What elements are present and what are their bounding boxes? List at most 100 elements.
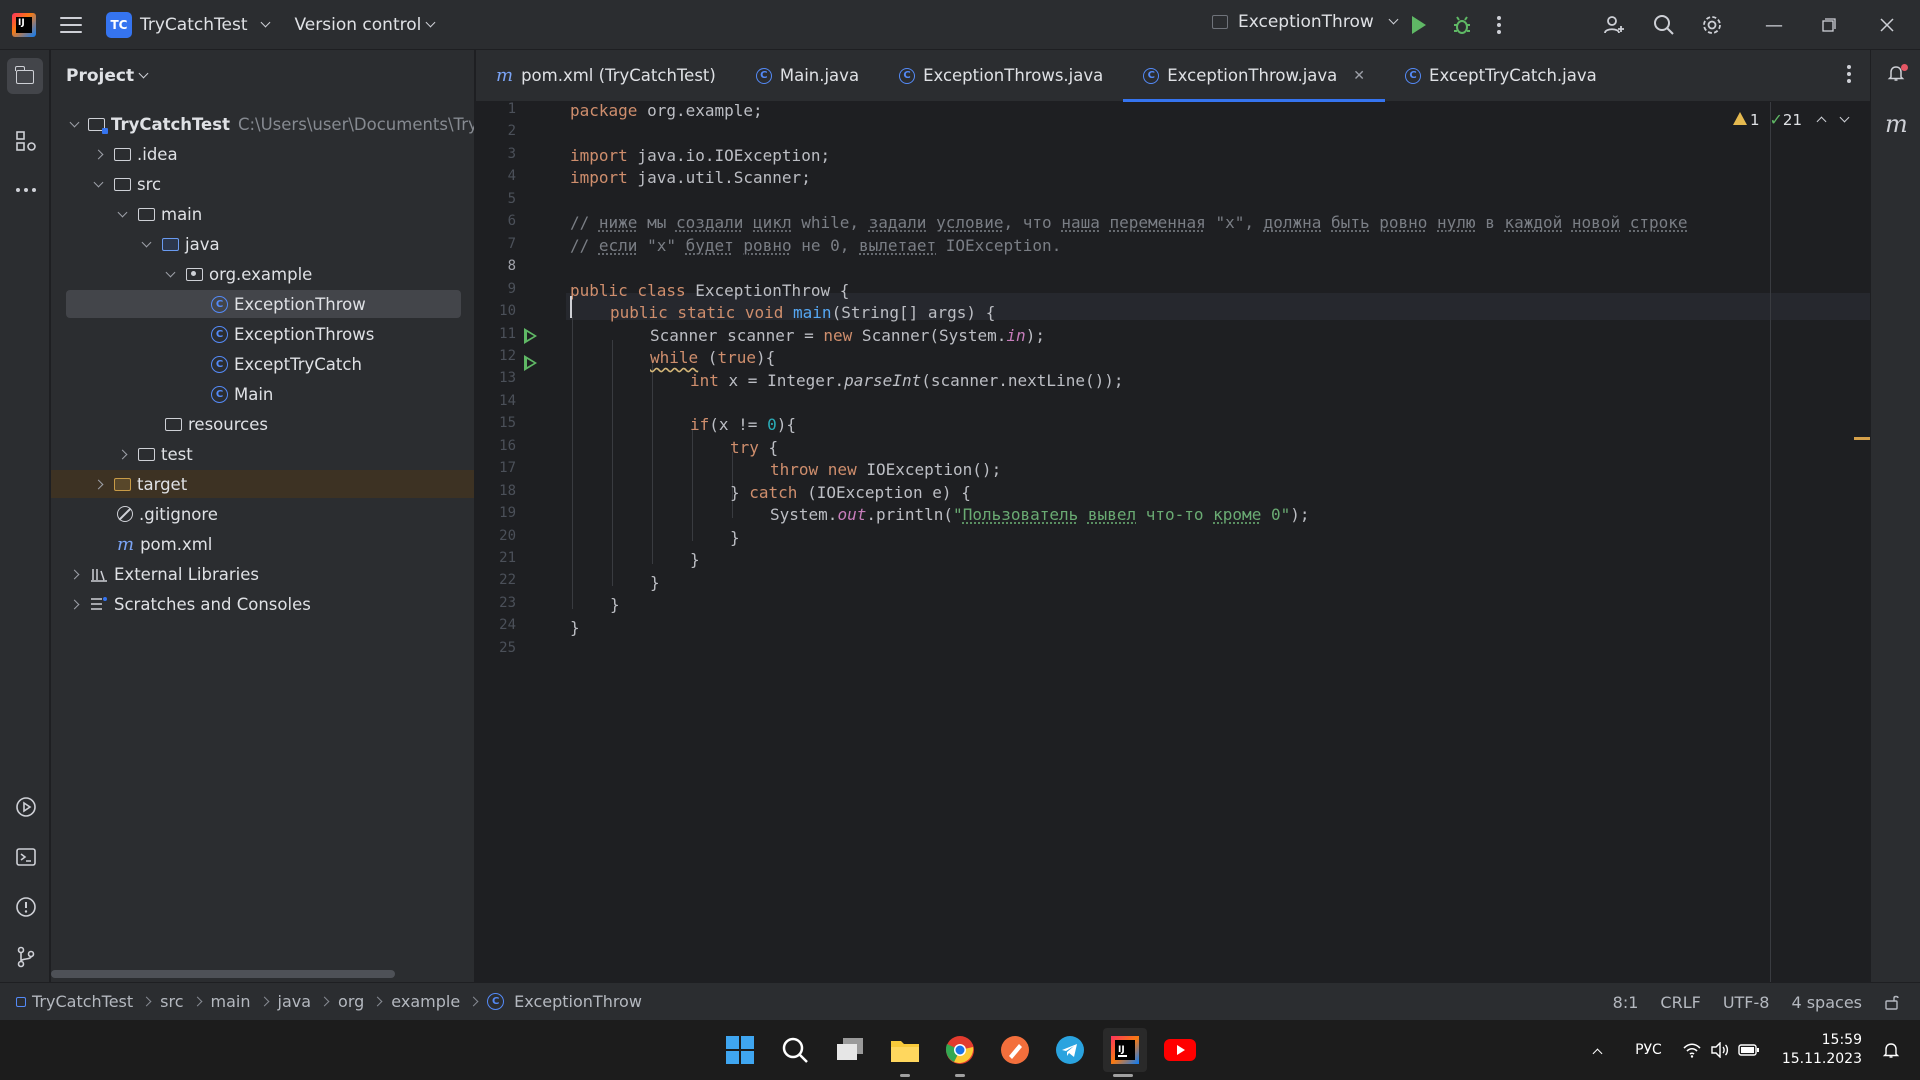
close-tab-icon[interactable]: ✕	[1353, 68, 1365, 84]
tree-item-gitignore[interactable]: .gitignore	[117, 500, 218, 528]
chevron-right-icon	[192, 996, 202, 1007]
close-icon[interactable]	[1880, 18, 1894, 32]
settings-icon[interactable]	[1700, 13, 1724, 37]
breadcrumb-item[interactable]: example	[391, 992, 460, 1011]
chevron-down-icon[interactable]	[1839, 112, 1850, 122]
tree-label: .idea	[137, 144, 178, 164]
breadcrumb-item[interactable]: src	[160, 992, 183, 1011]
tabs-more-icon[interactable]	[1846, 64, 1852, 84]
minimize-icon[interactable]: —	[1765, 15, 1783, 36]
lock-icon[interactable]	[1884, 994, 1900, 1010]
line-number: 24	[499, 617, 516, 634]
line-number: 15	[499, 415, 516, 432]
tree-item-trycatchtest[interactable]: TryCatchTest C:\Users\user\Documents\Try…	[69, 110, 474, 138]
tab-label: ExceptTryCatch.java	[1429, 66, 1597, 85]
battery-icon[interactable]	[1738, 1043, 1760, 1057]
search-icon[interactable]	[1652, 13, 1676, 37]
tab-exceptionthrow-java[interactable]: C ExceptionThrow.java ✕	[1123, 50, 1385, 102]
inspection-widget[interactable]: 1 ✓21	[1732, 110, 1850, 129]
telegram-icon[interactable]	[1054, 1034, 1086, 1066]
show-hidden-icons-icon[interactable]	[1592, 1048, 1603, 1058]
volume-icon[interactable]	[1710, 1042, 1730, 1058]
file-encoding[interactable]: UTF-8	[1723, 993, 1770, 1012]
tree-item-scratches[interactable]: Scratches and Consoles	[69, 590, 311, 618]
java-class-icon: C	[1405, 67, 1422, 84]
active-indicator	[1113, 1074, 1133, 1077]
project-panel: Project TryCatchTest C:\Users\user\Docum…	[51, 50, 475, 982]
pen-app-icon[interactable]	[999, 1034, 1031, 1066]
breadcrumb-item[interactable]: TryCatchTest	[32, 992, 133, 1011]
svg-text:IJ: IJ	[1118, 1045, 1125, 1055]
tab-exceptionthrows-java[interactable]: C ExceptionThrows.java	[879, 50, 1123, 102]
tree-item-exceptionthrows[interactable]: C ExceptionThrows	[211, 320, 374, 348]
indent-setting[interactable]: 4 spaces	[1791, 993, 1862, 1012]
tab-main-java[interactable]: C Main.java	[736, 50, 879, 102]
more-icon[interactable]	[1496, 15, 1502, 35]
project-tool-icon[interactable]	[15, 66, 34, 84]
tree-item-exceptionthrow[interactable]: C ExceptionThrow	[66, 290, 461, 318]
tab-excepttrycatch-java[interactable]: C ExceptTryCatch.java	[1385, 50, 1617, 102]
warnings-indicator[interactable]: 1	[1732, 111, 1760, 129]
tree-label: .gitignore	[139, 504, 218, 524]
intellij-taskbar-icon[interactable]: IJ	[1103, 1028, 1147, 1072]
tree-item-org-example[interactable]: org.example	[165, 260, 312, 288]
more-tools-icon[interactable]	[15, 187, 37, 193]
wifi-icon[interactable]	[1682, 1042, 1702, 1058]
tree-item-test[interactable]: test	[117, 440, 193, 468]
line-number: 13	[499, 370, 516, 387]
git-icon[interactable]	[15, 946, 37, 968]
tree-item-src[interactable]: src	[93, 170, 161, 198]
project-panel-header[interactable]: Project	[51, 50, 474, 102]
language-indicator[interactable]: РУС	[1635, 1042, 1662, 1058]
line-separator[interactable]: CRLF	[1660, 993, 1700, 1012]
breadcrumb-item[interactable]: org	[338, 992, 364, 1011]
caret-position[interactable]: 8:1	[1613, 993, 1639, 1012]
horizontal-scrollbar[interactable]	[51, 970, 395, 978]
problems-icon[interactable]	[15, 896, 37, 918]
debug-icon[interactable]	[1450, 13, 1474, 37]
add-user-icon[interactable]	[1602, 13, 1626, 37]
tree-item-idea[interactable]: .idea	[93, 140, 178, 168]
tree-item-resources[interactable]: resources	[165, 410, 268, 438]
services-icon[interactable]	[15, 796, 37, 818]
line-number: 11	[499, 325, 516, 342]
code-editor[interactable]: 1 2 3 4 5 6 7 8 9 10 11 12 13 14 15 16 17 18 19 20 21 22 23 24 2…	[476, 101, 1870, 982]
project-switcher[interactable]: TC TryCatchTest	[106, 11, 270, 38]
notification-center-icon[interactable]	[1882, 1041, 1900, 1059]
project-name: TryCatchTest	[140, 14, 248, 35]
intellij-logo-icon[interactable]: IJ	[12, 12, 36, 37]
warning-scroll-marker[interactable]	[1854, 437, 1870, 440]
system-clock[interactable]: 15:59 15.11.2023	[1782, 1031, 1862, 1069]
weak-warnings-indicator[interactable]: ✓21	[1770, 110, 1803, 129]
maven-tool-icon[interactable]: m	[1885, 110, 1908, 138]
tree-item-excepttrycatch[interactable]: C ExceptTryCatch	[211, 350, 362, 378]
breadcrumb-item[interactable]: main	[211, 992, 251, 1011]
restore-icon[interactable]	[1822, 18, 1836, 32]
tree-item-target[interactable]: target	[51, 470, 474, 498]
run-configuration-selector[interactable]: ExceptionThrow	[1212, 12, 1399, 32]
terminal-icon[interactable]	[15, 846, 37, 868]
chevron-up-icon[interactable]	[1816, 116, 1827, 127]
breadcrumb-item[interactable]: ExceptionThrow	[514, 992, 642, 1011]
tree-label: resources	[188, 414, 268, 434]
file-explorer-icon[interactable]	[889, 1034, 921, 1066]
windows-start-icon[interactable]	[724, 1034, 756, 1066]
breadcrumb-item[interactable]: java	[278, 992, 312, 1011]
taskbar-search-icon[interactable]	[779, 1034, 811, 1066]
line-number-gutter[interactable]: 1 2 3 4 5 6 7 8 9 10 11 12 13 14 15 16 17 18 19 20 21 22 23 24 2…	[476, 101, 566, 982]
code-line-7-comment: // если "x" будет ровно не 0, вылетает I…	[570, 236, 1062, 255]
tree-item-pom-xml[interactable]: m pom.xml	[117, 530, 212, 558]
youtube-icon[interactable]	[1164, 1034, 1196, 1066]
version-control-menu[interactable]: Version control	[295, 15, 436, 35]
run-icon[interactable]	[1412, 16, 1426, 34]
tree-item-main-class[interactable]: C Main	[211, 380, 273, 408]
tree-item-external-libraries[interactable]: External Libraries	[69, 560, 259, 588]
tree-item-java[interactable]: java	[141, 230, 220, 258]
structure-icon[interactable]	[15, 130, 37, 152]
tree-label: ExceptionThrows	[234, 324, 375, 344]
task-view-icon[interactable]	[834, 1034, 866, 1066]
tab-pom-xml[interactable]: m pom.xml (TryCatchTest)	[476, 50, 736, 102]
tree-item-main[interactable]: main	[117, 200, 202, 228]
hamburger-menu-icon[interactable]	[60, 16, 82, 33]
chrome-icon[interactable]	[944, 1034, 976, 1066]
